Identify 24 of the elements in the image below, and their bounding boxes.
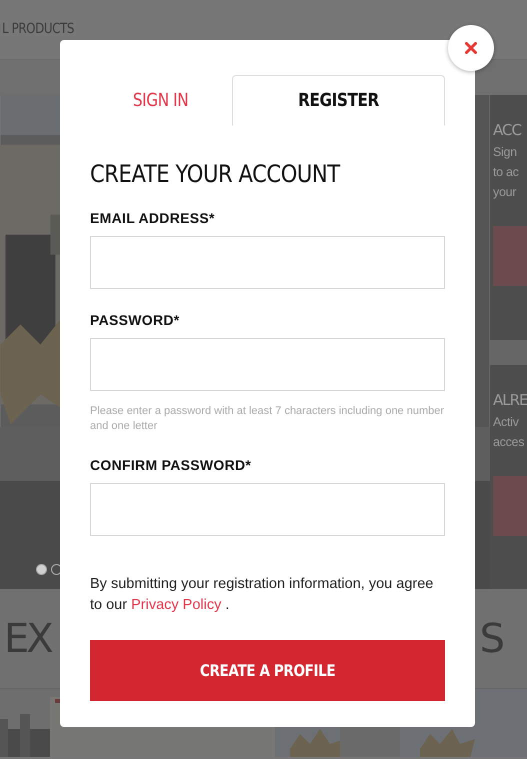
submit-button[interactable]: CREATE A PROFILE bbox=[90, 640, 445, 701]
field-label: CONFIRM PASSWORD* bbox=[90, 456, 252, 475]
help-text: Please enter a password with at least 7 characters including one number and one letter bbox=[90, 404, 445, 434]
input-field[interactable] bbox=[90, 338, 445, 391]
field-label: PASSWORD* bbox=[90, 311, 181, 330]
consent-text: By submitting your registration information, you agree to our Privacy Policy . bbox=[90, 575, 434, 615]
panel-button[interactable] bbox=[493, 476, 527, 536]
privacy-link[interactable]: Privacy Policy bbox=[131, 597, 222, 613]
panel-text: your bbox=[493, 184, 518, 201]
input-field[interactable] bbox=[90, 483, 445, 536]
panel-title: ACC bbox=[493, 120, 522, 141]
panel-text: Sign bbox=[493, 144, 518, 161]
panel-button[interactable] bbox=[493, 226, 527, 286]
field-label: EMAIL ADDRESS* bbox=[90, 209, 216, 228]
close-icon bbox=[465, 42, 477, 54]
panel-text: acces bbox=[493, 434, 526, 451]
nav-link[interactable]: L PRODUCTS bbox=[2, 19, 74, 40]
carousel-dot[interactable] bbox=[36, 564, 47, 576]
panel-title: ALRE bbox=[493, 390, 527, 412]
panel-text: to ac bbox=[493, 164, 520, 180]
input-field[interactable] bbox=[90, 236, 445, 289]
panel-text: Activ bbox=[493, 414, 520, 431]
form-heading: CREATE YOUR ACCOUNT bbox=[90, 159, 342, 190]
tab[interactable]: REGISTER bbox=[232, 75, 445, 126]
